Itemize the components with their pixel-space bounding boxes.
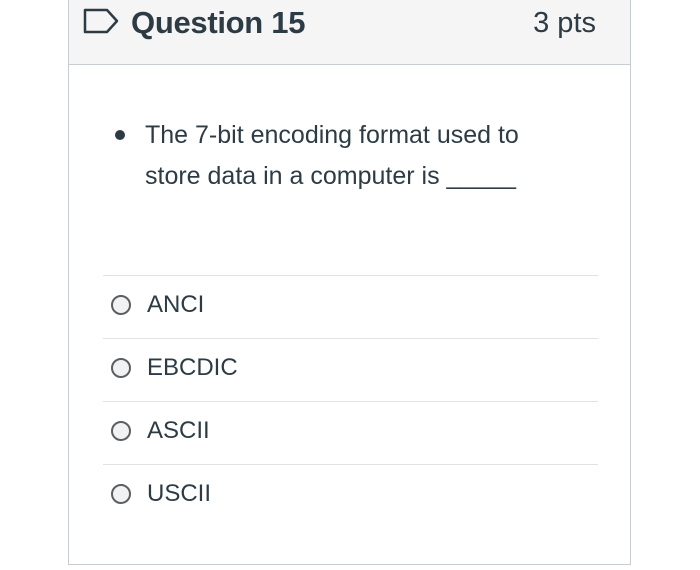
bullet-icon (115, 130, 125, 140)
answer-label[interactable]: USCII (147, 480, 211, 508)
answer-option[interactable]: EBCDIC (103, 338, 598, 401)
answer-option[interactable]: ASCII (103, 401, 598, 464)
question-title: Question 15 (131, 5, 306, 40)
answer-option[interactable]: ANCI (103, 275, 598, 338)
answer-option[interactable]: USCII (103, 464, 598, 527)
question-card: Question 15 3 pts The 7-bit encoding for… (68, 0, 631, 565)
answer-label[interactable]: ANCI (147, 291, 204, 319)
radio-button-icon[interactable] (111, 358, 131, 378)
radio-button-icon[interactable] (111, 484, 131, 504)
question-header: Question 15 3 pts (69, 0, 630, 65)
radio-button-icon[interactable] (111, 295, 131, 315)
question-text: The 7-bit encoding format used to store … (145, 121, 519, 190)
bookmark-flag-icon[interactable] (83, 8, 119, 34)
answer-label[interactable]: ASCII (147, 417, 210, 445)
answer-label[interactable]: EBCDIC (147, 354, 238, 382)
radio-button-icon[interactable] (111, 421, 131, 441)
answer-list: ANCI EBCDIC ASCII USCII (103, 275, 598, 527)
question-points: 3 pts (533, 7, 596, 39)
